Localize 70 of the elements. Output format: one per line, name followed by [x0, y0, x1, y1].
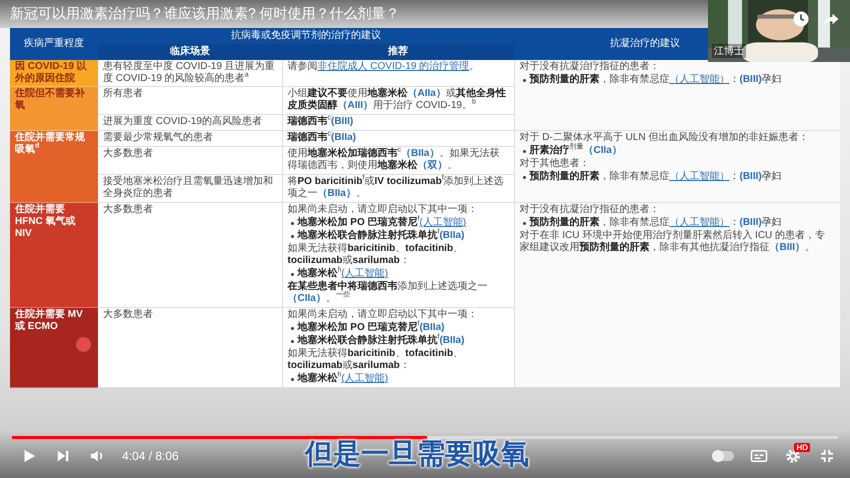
- table-cell: 进展为重度 COVID-19的高风险患者: [98, 114, 282, 130]
- cell-text: 瑞德西韦$^{c}$(BIII): [288, 116, 354, 128]
- link[interactable]: (人工智能): [419, 217, 466, 228]
- bullet-text: 地塞米松联合静脉注射托珠单抗$^{f}$(BIIa): [298, 335, 464, 347]
- link[interactable]: （人工智能）: [670, 171, 730, 182]
- link[interactable]: （人工智能）: [670, 217, 730, 228]
- severity-label: 住院并需要 MV 或 ECMO: [15, 309, 84, 333]
- bullet-icon: [522, 222, 526, 225]
- severity-cell: 住院并需要 HFNC 氧气或 NIV: [10, 202, 98, 308]
- subtitles-icon[interactable]: [750, 447, 768, 465]
- cell-text: 小组建议不要使用地塞米松（AIIa）或其他全身性皮质类固醇（AIII）用于治疗 COVID-19。$^{b}$: [288, 88, 507, 112]
- cell-text: 对于在非 ICU 环境中开始使用治疗剂量肝素然后转入 ICU 的患者，专家组建议改用预防剂量的肝素，除非有其他抗凝治疗指征（BIII）。: [520, 230, 826, 254]
- link[interactable]: (人工智能): [341, 268, 388, 279]
- cell-text: 如果无法获得baricitinib、tofacitinib、tocilizumab或sarilumab：: [288, 348, 464, 371]
- column-header: 抗病毒或免疫调节剂的治疗的建议: [98, 28, 514, 44]
- bullet-text: 地塞米松联合静脉注射托珠单抗$^{f}$(BIIa): [298, 230, 464, 242]
- bullet-icon: [290, 378, 294, 381]
- link[interactable]: (人工智能): [341, 373, 388, 384]
- cell-text: 请参阅非住院成人 COVID-19 的治疗管理。: [288, 61, 480, 73]
- caption-text: 但是一旦需要吸氧: [305, 437, 529, 471]
- severity-cell: 住院但不需要补氧: [10, 86, 98, 130]
- cell-text: 对于没有抗凝治疗指征的患者：: [520, 61, 660, 73]
- cell-text: 对于其他患者：: [520, 158, 590, 170]
- bullet-text: 预防剂量的肝素，除非有禁忌症（人工智能）：(BIII)孕妇: [530, 74, 782, 86]
- time-display: 4:04 / 8:06: [122, 449, 179, 463]
- column-header: 疾病严重程度: [10, 28, 98, 60]
- bullet-icon: [290, 340, 294, 343]
- autoplay-toggle[interactable]: [712, 451, 734, 461]
- cell-text: 使用地塞米松加瑞德西韦$^{c}$（BIIa）。如果无法获得瑞德西韦，则使用地塞米松（双）。: [288, 148, 500, 172]
- cell-text: 将PO baricitinib$^{f}$或IV tocilizumab$^{f}$添加到上述选项之一（BIIa）。: [288, 176, 505, 200]
- table-cell: 大多数患者: [98, 308, 282, 388]
- bullet-icon: [290, 273, 294, 276]
- bullet-icon: [290, 222, 294, 225]
- bullet-icon: [522, 79, 526, 82]
- severity-cell: 因 COVID-19 以外的原因住院: [10, 60, 98, 86]
- bullet-text: 肝素治疗$^{剂量}$（CIIa）: [530, 145, 622, 157]
- link[interactable]: 非住院成人 COVID-19 的治疗管理: [318, 61, 470, 72]
- column-header: 临床场景: [98, 44, 282, 60]
- watch-later-icon[interactable]: [792, 10, 810, 28]
- video-title[interactable]: 新冠可以用激素治疗吗？谁应该用激素? 何时使用？什么剂量？: [0, 0, 410, 26]
- progress-bar[interactable]: [12, 436, 838, 439]
- table-cell: 所有患者: [98, 86, 282, 114]
- table-cell: 大多数患者: [98, 146, 282, 174]
- bullet-text: 地塞米松加 PO 巴瑞克替尼$^{f}$(BIIa): [298, 322, 444, 334]
- bullet-text: 地塞米松$^{h}$(人工智能): [298, 373, 388, 385]
- cell-text: 对于 D-二聚体水平高于 ULN 但出血风险没有增加的非妊娠患者：: [520, 132, 810, 143]
- bullet-text: 地塞米松加 PO 巴瑞克替尼$^{f}$(人工智能): [298, 217, 466, 228]
- name-tag: 江博士: [712, 44, 746, 58]
- cell-text: 如果尚未启动，请立即启动以下其中一项：: [288, 204, 478, 216]
- bullet-icon: [522, 176, 526, 179]
- table-cell: 患有轻度至中度 COVID-19 且进展为重度 COVID-19 的风险较高的患者$^{a}$: [98, 60, 282, 86]
- table-cell: 接受地塞米松治疗且需氧量迅速增加和全身炎症的患者: [98, 174, 282, 202]
- bullet-icon: [290, 327, 294, 330]
- hd-badge: HD: [794, 443, 810, 452]
- bullet-text: 预防剂量的肝素，除非有禁忌症（人工智能）：(BIII)孕妇: [530, 171, 782, 183]
- bullet-text: 地塞米松$^{h}$(人工智能): [298, 268, 388, 280]
- severity-cell: 住院并需要常规吸氧$^{d}$: [10, 130, 98, 202]
- cell-text: 瑞德西韦$^{c}$(BIIa): [288, 132, 357, 144]
- table-cell: 需要最少常规氧气的患者: [98, 130, 282, 146]
- bullet-text: 预防剂量的肝素，除非有禁忌症（人工智能）：(BIII)孕妇: [530, 217, 782, 229]
- cell-text: 对于没有抗凝治疗指征的患者：: [520, 204, 660, 216]
- column-header: 推荐: [282, 44, 514, 60]
- cell-text: 如果无法获得baricitinib、tofacitinib、tocilizumab或sarilumab：: [288, 243, 464, 266]
- table-cell: 大多数患者: [98, 202, 282, 308]
- cell-text: 如果尚未启动，请立即启动以下其中一项：: [288, 309, 478, 320]
- bullet-icon: [522, 150, 526, 153]
- cell-text: 在某些患者中将瑞德西韦添加到上述选项之一 （CIIa）。$^{一些}$: [288, 281, 488, 305]
- exit-fullscreen-icon[interactable]: [818, 447, 836, 465]
- link[interactable]: （人工智能）: [670, 74, 730, 85]
- bullet-icon: [290, 235, 294, 238]
